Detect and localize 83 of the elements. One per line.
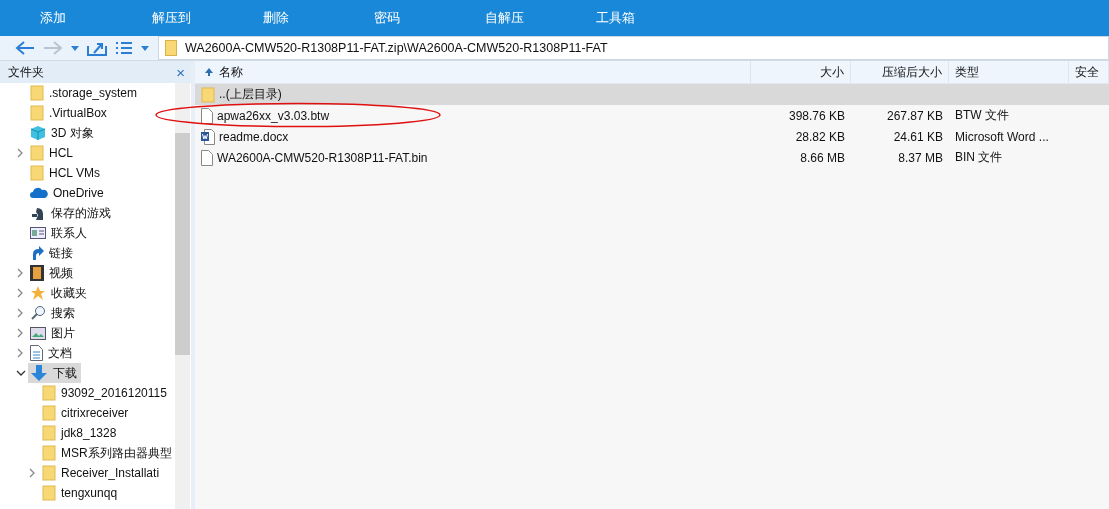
column-header[interactable]: 类型 [949,61,1069,83]
column-header[interactable]: 安全 [1069,61,1109,83]
word-document-icon [201,128,215,145]
folder-icon [42,465,56,481]
up-folder-icon[interactable] [86,40,108,56]
document-icon [30,345,43,361]
file-name: apwa26xx_v3.03.btw [217,108,330,123]
search-icon [30,305,46,321]
tree-item[interactable]: citrixreceiver [40,403,133,423]
folder-icon [30,85,44,101]
down-arrow-icon [30,364,48,382]
tree-item[interactable]: 联系人 [28,223,91,243]
back-icon[interactable] [14,40,36,56]
size-cell: 28.82 KB [795,129,845,144]
film-icon [30,265,44,281]
file-name: readme.docx [219,129,289,144]
folder-icon [165,40,177,56]
scrollbar[interactable] [175,83,190,509]
cloud-icon [30,187,48,199]
tree-item[interactable]: jdk8_1328 [40,423,121,443]
folder-icon [42,445,56,461]
tree-item[interactable]: .storage_system [28,83,142,103]
column-header[interactable]: 名称 [195,61,751,83]
file-name: ..(上层目录) [219,86,282,103]
file-row[interactable]: apwa26xx_v3.03.btw 398.76 KB 267.87 KB BTW 文件 [195,105,1109,126]
toolbar-button[interactable]: 工具箱 [574,10,685,36]
link-arrow-icon [30,245,44,261]
packed-size-cell: 267.87 KB [886,108,943,123]
packed-size-cell: 8.37 MB [898,150,943,165]
column-header[interactable]: 压缩后大小 [851,61,949,83]
type-cell: BTW 文件 [955,107,1009,124]
tree-item[interactable]: HCL [28,143,77,163]
tree-item[interactable]: HCL VMs [28,163,104,183]
toolbar-button[interactable]: 解压到 [130,10,241,36]
type-cell: Microsoft Word ... [955,129,1049,144]
close-button[interactable]: × [176,63,185,81]
toolbar-button[interactable]: 添加 [18,10,130,36]
packed-size-cell: 24.61 KB [893,129,943,144]
folder-icon [42,485,56,501]
file-name: WA2600A-CMW520-R1308P11-FAT.bin [217,150,428,165]
tree-item[interactable]: 搜索 [28,303,79,323]
toolbar-button[interactable]: 自解压 [463,10,574,36]
chess-piece-icon [30,205,46,221]
folder-icon [42,425,56,441]
tree-item[interactable]: 视频 [28,263,77,283]
tree-item[interactable]: 收藏夹 [28,283,91,303]
tree-item[interactable]: 3D 对象 [28,123,98,143]
contact-card-icon [30,227,46,239]
tree-item[interactable]: OneDrive [28,183,108,203]
tree-item[interactable]: 链接 [28,243,77,263]
size-cell: 398.76 KB [788,108,845,123]
folder-icon [42,405,56,421]
folder-icon [30,165,44,181]
file-row[interactable]: readme.docx 28.82 KB 24.61 KB Microsoft Word ... [195,126,1109,147]
folder-icon [201,86,215,103]
tree-item[interactable]: 文档 [28,343,76,363]
column-header[interactable]: 大小 [751,61,851,83]
file-icon [201,149,213,166]
tree-item[interactable]: 下载 [28,363,81,383]
file-row[interactable]: ..(上层目录) [195,84,1109,105]
folder-icon [42,385,56,401]
tree-item[interactable]: MSR系列路由器典型 [40,443,175,463]
size-cell: 8.66 MB [800,150,845,165]
address-field[interactable]: WA2600A-CMW520-R1308P11-FAT.zip\WA2600A-CMW520-R1308P11-FAT [158,36,1109,60]
file-icon [201,107,213,124]
folder-icon [30,105,44,121]
list-view-icon[interactable] [114,40,134,56]
tree-item[interactable]: 93092_2016120115 [40,383,171,403]
toolbar-button[interactable]: 删除 [241,10,352,36]
tree-item[interactable]: tengxunqq [40,483,122,503]
toolbar-button[interactable]: 密码 [352,10,463,36]
sort-arrow-icon [205,68,213,76]
tree-item[interactable]: 保存的游戏 [28,203,115,223]
folder-icon [30,145,44,161]
file-row[interactable]: WA2600A-CMW520-R1308P11-FAT.bin 8.66 MB 8.37 MB BIN 文件 [195,147,1109,168]
tree-item[interactable]: .VirtualBox [28,103,111,123]
tree-item[interactable]: 图片 [28,323,79,343]
picture-icon [30,326,46,340]
tree-item[interactable]: Receiver_Installati [40,463,164,483]
cube-icon [30,125,46,141]
pane-title: 文件夹 [8,63,44,81]
type-cell: BIN 文件 [955,149,1003,166]
star-icon [30,285,46,301]
